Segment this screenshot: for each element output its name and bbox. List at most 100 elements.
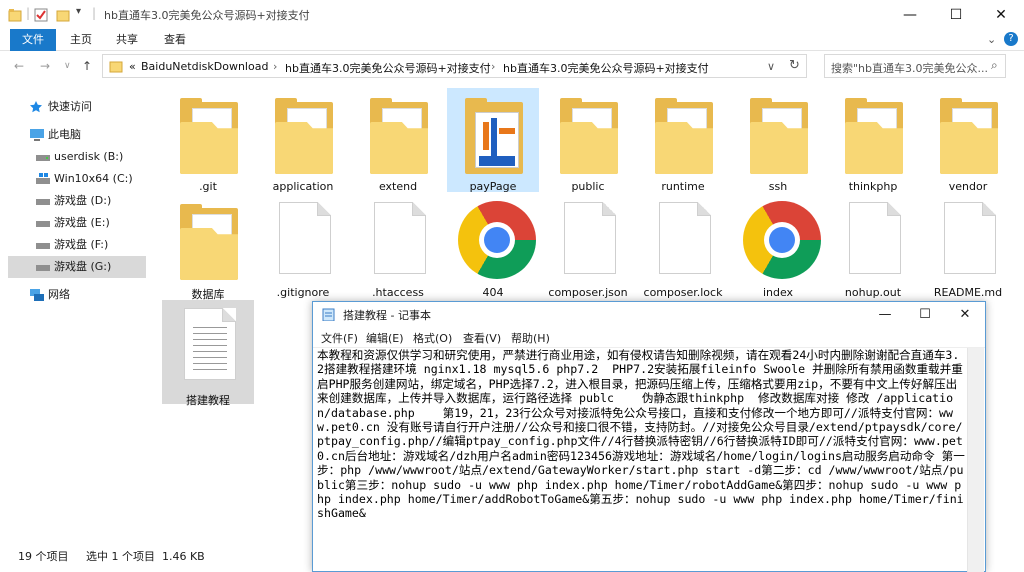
sidebar-item-drive-c[interactable]: Win10x64 (C:) bbox=[8, 168, 146, 190]
notepad-minimize-button[interactable]: — bbox=[865, 302, 905, 326]
window-title: hb直通车3.0完美免公众号源码+对接支付 bbox=[104, 9, 310, 22]
file-item-nohup-out[interactable]: nohup.out bbox=[827, 194, 919, 299]
file-item-setup-tutorial[interactable]: 搭建教程 bbox=[162, 300, 254, 407]
folder-icon bbox=[560, 98, 618, 174]
file-item-thinkphp[interactable]: thinkphp bbox=[827, 88, 919, 193]
blank-file-icon bbox=[849, 202, 901, 274]
chrome-icon bbox=[743, 201, 821, 279]
folder-icon bbox=[8, 9, 22, 22]
ribbon-tabs: 文件 主页 共享 查看 ⌄ ? bbox=[0, 29, 1024, 51]
close-button[interactable]: ✕ bbox=[978, 0, 1024, 29]
breadcrumb-item[interactable]: hb直通车3.0完美免公众号源码+对接支付 bbox=[503, 60, 709, 76]
vertical-scrollbar[interactable] bbox=[967, 348, 984, 572]
new-folder-icon[interactable] bbox=[56, 8, 70, 22]
notepad-maximize-button[interactable]: ☐ bbox=[905, 302, 945, 326]
file-item-vendor[interactable]: vendor bbox=[922, 88, 1014, 193]
file-item-index[interactable]: index bbox=[732, 194, 824, 299]
chrome-icon bbox=[458, 201, 536, 279]
folder-icon bbox=[180, 204, 238, 280]
blank-file-icon bbox=[944, 202, 996, 274]
file-item-gitignore[interactable]: .gitignore bbox=[257, 194, 349, 299]
folder-icon bbox=[275, 98, 333, 174]
file-item-htaccess[interactable]: .htaccess bbox=[352, 194, 444, 299]
toolbar-divider: | bbox=[92, 6, 97, 20]
folder-icon bbox=[845, 98, 903, 174]
folder-icon bbox=[109, 61, 123, 73]
computer-icon bbox=[30, 129, 44, 141]
file-item-composer-lock[interactable]: composer.lock bbox=[637, 194, 729, 299]
tab-view[interactable]: 查看 bbox=[152, 29, 198, 51]
customize-toolbar-icon[interactable]: ▾ bbox=[76, 6, 81, 17]
blank-file-icon bbox=[279, 202, 331, 274]
address-bar[interactable]: « BaiduNetdiskDownload › hb直通车3.0完美免公众号源… bbox=[102, 54, 807, 78]
file-item-git[interactable]: .git bbox=[162, 88, 254, 193]
breadcrumb-item[interactable]: BaiduNetdiskDownload bbox=[141, 60, 268, 73]
properties-icon[interactable] bbox=[34, 8, 48, 22]
network-icon bbox=[30, 289, 44, 301]
sidebar-item-this-pc[interactable]: 此电脑 bbox=[8, 124, 146, 146]
notepad-window: 搭建教程 - 记事本 — ☐ ✕ 文件(F) 编辑(E) 格式(O) 查看(V)… bbox=[312, 301, 986, 572]
selection-info: 选中 1 个项目 1.46 KB bbox=[86, 550, 205, 563]
file-item-database[interactable]: 数据库 bbox=[162, 194, 254, 301]
refresh-icon[interactable]: ↻ bbox=[789, 58, 800, 73]
drive-icon bbox=[36, 243, 50, 249]
file-item-application[interactable]: application bbox=[257, 88, 349, 193]
menu-format[interactable]: 格式(O) bbox=[413, 330, 452, 346]
notepad-text-area[interactable]: 本教程和资源仅供学习和研究使用，严禁进行商业用途，如有侵权请告知删除视频，请在观… bbox=[316, 348, 966, 572]
notepad-close-button[interactable]: ✕ bbox=[945, 302, 985, 326]
menu-file[interactable]: 文件(F) bbox=[321, 330, 358, 346]
image-folder-icon bbox=[465, 98, 523, 174]
sidebar-item-drive-d[interactable]: 游戏盘 (D:) bbox=[8, 190, 146, 212]
sidebar-item-drive-b[interactable]: userdisk (B:) bbox=[8, 146, 146, 168]
sidebar-item-network[interactable]: 网络 bbox=[8, 284, 146, 306]
text-file-icon bbox=[184, 308, 236, 380]
back-arrow-icon[interactable]: ← bbox=[14, 59, 24, 73]
menu-edit[interactable]: 编辑(E) bbox=[366, 330, 404, 346]
file-item-composer-json[interactable]: composer.json bbox=[542, 194, 634, 299]
notepad-title: 搭建教程 - 记事本 bbox=[343, 309, 431, 322]
forward-arrow-icon[interactable]: → bbox=[40, 59, 50, 73]
notepad-icon bbox=[322, 308, 335, 321]
tab-file[interactable]: 文件 bbox=[10, 29, 56, 51]
breadcrumb-separator-icon[interactable]: › bbox=[273, 60, 277, 73]
breadcrumb-overflow[interactable]: « bbox=[129, 60, 136, 73]
sidebar-item-quick-access[interactable]: 快速访问 bbox=[8, 96, 146, 118]
sidebar-item-drive-g[interactable]: 游戏盘 (G:) bbox=[8, 256, 146, 278]
file-item-extend[interactable]: extend bbox=[352, 88, 444, 193]
help-icon[interactable]: ? bbox=[1004, 32, 1018, 46]
address-dropdown-icon[interactable]: ∨ bbox=[767, 60, 775, 73]
folder-icon bbox=[370, 98, 428, 174]
up-arrow-icon[interactable]: ↑ bbox=[82, 59, 92, 73]
breadcrumb-separator-icon[interactable]: › bbox=[491, 60, 495, 73]
folder-icon bbox=[750, 98, 808, 174]
tab-share[interactable]: 共享 bbox=[104, 29, 150, 51]
file-item-runtime[interactable]: runtime bbox=[637, 88, 729, 193]
search-input[interactable]: 搜索"hb直通车3.0完美免公众... ⌕ bbox=[824, 54, 1006, 78]
notepad-title-bar: 搭建教程 - 记事本 — ☐ ✕ bbox=[313, 302, 985, 326]
blank-file-icon bbox=[564, 202, 616, 274]
menu-help[interactable]: 帮助(H) bbox=[511, 330, 550, 346]
folder-icon bbox=[180, 98, 238, 174]
recent-locations-icon[interactable]: ∨ bbox=[64, 61, 71, 71]
file-item-paypage[interactable]: payPage bbox=[447, 88, 539, 193]
title-bar: | ▾ | hb直通车3.0完美免公众号源码+对接支付 — ☐ ✕ bbox=[0, 0, 1024, 29]
tab-home[interactable]: 主页 bbox=[58, 29, 104, 51]
minimize-button[interactable]: — bbox=[887, 0, 933, 29]
expand-ribbon-icon[interactable]: ⌄ bbox=[987, 33, 996, 46]
breadcrumb-item[interactable]: hb直通车3.0完美免公众号源码+对接支付 bbox=[285, 60, 491, 76]
search-placeholder: 搜索"hb直通车3.0完美免公众... bbox=[831, 62, 988, 75]
file-item-404[interactable]: 404 bbox=[447, 194, 539, 299]
search-icon[interactable]: ⌕ bbox=[991, 58, 998, 73]
maximize-button[interactable]: ☐ bbox=[933, 0, 979, 29]
sidebar-item-drive-e[interactable]: 游戏盘 (E:) bbox=[8, 212, 146, 234]
menu-view[interactable]: 查看(V) bbox=[463, 330, 501, 346]
item-count: 19 个项目 bbox=[18, 550, 69, 563]
file-item-readme[interactable]: README.md bbox=[922, 194, 1014, 299]
file-item-public[interactable]: public bbox=[542, 88, 634, 193]
toolbar-divider: | bbox=[26, 6, 31, 20]
windows-drive-icon bbox=[36, 173, 50, 184]
drive-icon bbox=[36, 199, 50, 205]
sidebar-item-drive-f[interactable]: 游戏盘 (F:) bbox=[8, 234, 146, 256]
folder-icon bbox=[655, 98, 713, 174]
file-item-ssh[interactable]: ssh bbox=[732, 88, 824, 193]
